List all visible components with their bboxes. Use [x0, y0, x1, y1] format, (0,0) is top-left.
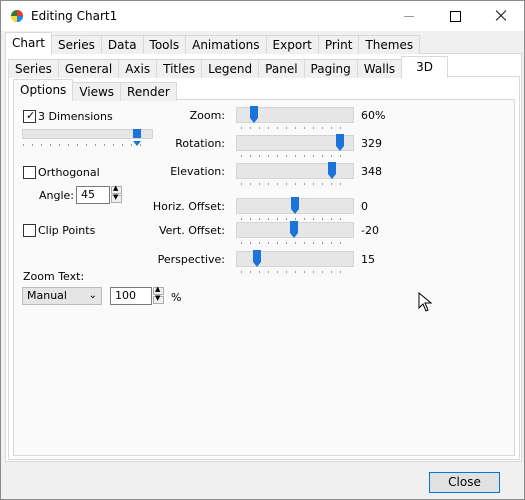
close-button[interactable]: Close — [429, 472, 500, 493]
checkmark-icon: ✓ — [26, 109, 36, 122]
elevation-label: Elevation: — [170, 165, 225, 178]
vert-offset-value: -20 — [361, 224, 379, 237]
angle-spin-down[interactable]: ▼ — [111, 193, 122, 203]
3d-tab-strip: Options Views Render — [13, 79, 177, 104]
subtab-series[interactable]: Series — [8, 59, 59, 78]
tab-themes[interactable]: Themes — [358, 35, 421, 54]
zoom-text-unit: % — [171, 291, 182, 304]
zoom-text-input[interactable]: 100 — [110, 287, 152, 305]
tab-print[interactable]: Print — [317, 35, 360, 54]
rotation-ticks — [241, 155, 349, 157]
zoom-ticks — [241, 127, 349, 129]
tab-animations[interactable]: Animations — [185, 35, 267, 54]
angle-input[interactable]: 45 — [76, 186, 110, 204]
zoom-text-label: Zoom Text: — [23, 270, 85, 283]
chart-pie-icon — [11, 10, 23, 22]
3d-options-panel — [13, 99, 515, 456]
zoom-label: Zoom: — [189, 109, 225, 122]
zoom-text-mode-value: Manual — [27, 289, 67, 302]
tab-chart[interactable]: Chart — [5, 32, 52, 54]
tab-export[interactable]: Export — [265, 35, 319, 54]
vert-offset-slider[interactable] — [236, 221, 354, 238]
3d-percent-slider-thumb[interactable] — [133, 129, 141, 146]
subtab-3d[interactable]: 3D — [401, 56, 449, 78]
elevation-value: 348 — [361, 165, 382, 178]
main-tab-strip: Chart Series Data Tools Animations Expor… — [5, 32, 421, 57]
clip-points-label: Clip Points — [38, 224, 96, 237]
subtab-walls[interactable]: Walls — [356, 59, 403, 78]
tab-render[interactable]: Render — [120, 82, 177, 101]
rotation-slider-thumb[interactable] — [336, 134, 344, 151]
title-bar: Editing Chart1 — [1, 1, 524, 31]
minimize-button[interactable] — [386, 1, 432, 31]
horiz-offset-slider-thumb[interactable] — [291, 197, 299, 214]
zoom-slider-thumb[interactable] — [250, 106, 258, 123]
arrow-up-icon: ▲ — [155, 285, 161, 293]
dialog-footer: Close — [1, 462, 524, 499]
3-dimensions-checkbox[interactable]: ✓ — [23, 110, 36, 123]
minimize-icon — [404, 16, 414, 17]
tab-options[interactable]: Options — [13, 79, 74, 101]
chevron-down-icon: ⌄ — [88, 290, 97, 301]
horiz-offset-slider[interactable] — [236, 197, 354, 214]
subtab-legend[interactable]: Legend — [201, 59, 260, 78]
zoom-slider[interactable] — [236, 106, 354, 123]
arrow-down-icon: ▼ — [155, 294, 161, 302]
mouse-pointer-icon — [418, 291, 433, 317]
vert-offset-ticks — [241, 242, 349, 244]
elevation-slider-thumb[interactable] — [328, 162, 336, 179]
subtab-panel[interactable]: Panel — [258, 59, 305, 78]
angle-label: Angle: — [39, 189, 75, 202]
horiz-offset-label: Horiz. Offset: — [152, 200, 225, 213]
rotation-slider[interactable] — [236, 134, 354, 151]
subtab-titles[interactable]: Titles — [156, 59, 203, 78]
subtab-axis[interactable]: Axis — [118, 59, 158, 78]
chart-tab-strip: Series General Axis Titles Legend Panel … — [8, 56, 449, 81]
perspective-label: Perspective: — [157, 253, 225, 266]
zoom-text-mode-dropdown[interactable]: Manual ⌄ — [22, 287, 102, 305]
tab-data[interactable]: Data — [100, 35, 144, 54]
orthogonal-label: Orthogonal — [38, 166, 100, 179]
clip-points-checkbox[interactable] — [23, 224, 36, 237]
rotation-label: Rotation: — [175, 137, 225, 150]
window-title: Editing Chart1 — [31, 9, 118, 23]
3-dimensions-label: 3 Dimensions — [38, 110, 113, 123]
horiz-offset-value: 0 — [361, 200, 368, 213]
maximize-icon — [450, 11, 461, 22]
vert-offset-slider-thumb[interactable] — [290, 221, 298, 238]
zoom-value: 60% — [361, 109, 386, 122]
subtab-paging[interactable]: Paging — [303, 59, 358, 78]
perspective-slider[interactable] — [236, 250, 354, 267]
maximize-button[interactable] — [432, 1, 478, 31]
3d-percent-slider[interactable] — [22, 129, 153, 146]
editing-chart-window: Editing Chart1 Chart Series Data Tools A… — [0, 0, 525, 500]
perspective-ticks — [241, 271, 349, 273]
vert-offset-label: Vert. Offset: — [158, 224, 225, 237]
tab-tools[interactable]: Tools — [142, 35, 187, 54]
arrow-down-icon: ▼ — [113, 193, 119, 201]
tab-views[interactable]: Views — [72, 82, 122, 101]
arrow-up-icon: ▲ — [113, 184, 119, 192]
rotation-value: 329 — [361, 137, 382, 150]
elevation-slider[interactable] — [236, 162, 354, 179]
perspective-slider-thumb[interactable] — [253, 250, 261, 267]
tab-series[interactable]: Series — [50, 35, 102, 54]
orthogonal-checkbox[interactable] — [23, 166, 36, 179]
zoom-text-spin-down[interactable]: ▼ — [153, 294, 164, 304]
elevation-ticks — [241, 183, 349, 185]
window-close-button[interactable] — [478, 1, 524, 31]
perspective-value: 15 — [361, 253, 375, 266]
3d-percent-ticks — [23, 144, 148, 146]
subtab-general[interactable]: General — [57, 59, 120, 78]
horiz-offset-ticks — [241, 218, 349, 220]
